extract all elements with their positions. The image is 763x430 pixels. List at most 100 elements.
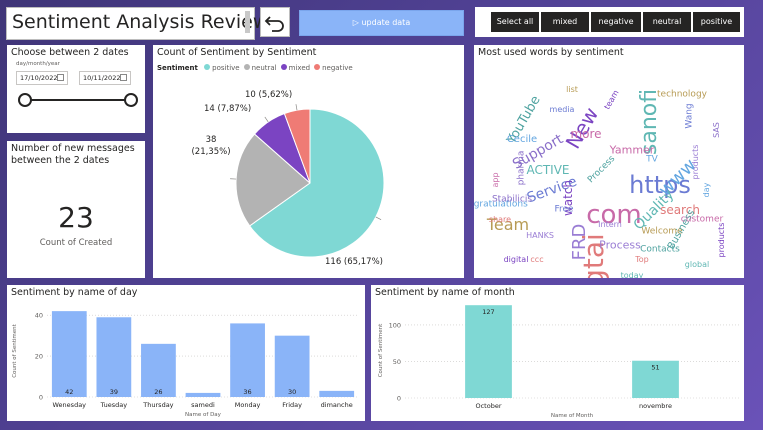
wordcloud-word[interactable]: HANKS (526, 232, 554, 240)
x-tick-label: Thursday (142, 401, 173, 409)
x-tick-label: samedi (191, 401, 215, 409)
bar-value-label: 30 (288, 388, 296, 396)
wordcloud-word[interactable]: digital (504, 256, 529, 264)
bar-Monday[interactable] (230, 323, 265, 397)
month-bar-chart-panel: Sentiment by name of month 0 50 100 127 Octo… (371, 285, 744, 421)
pie-leader-line (264, 116, 269, 123)
wordcloud-word[interactable]: Cecile (507, 135, 537, 145)
wordcloud-word[interactable]: technology (657, 90, 707, 100)
y-tick-label: 0 (39, 394, 43, 402)
kpi-label: Count of Created (39, 238, 113, 248)
wordcloud-word[interactable]: Top (635, 256, 649, 264)
undo-arrow-icon (264, 16, 284, 32)
bar-value-label: 36 (243, 388, 251, 396)
wordcloud-word[interactable]: app (491, 172, 500, 187)
end-date-value: 10/11/2022 (83, 74, 121, 82)
wordcloud-word[interactable]: FRD (569, 224, 590, 261)
bar-samedi[interactable] (185, 392, 221, 397)
wordcloud-word[interactable]: pharma (517, 151, 527, 186)
pie-leader-line (375, 216, 382, 221)
date-range-slicer: Choose between 2 dates day/month/year 17… (7, 45, 145, 133)
pie-data-label: 116 (65,17%) (325, 257, 383, 267)
bar-value-label: 39 (110, 388, 118, 396)
wordcloud-word[interactable]: Welcome (641, 227, 682, 237)
wordcloud-word[interactable]: today (621, 272, 644, 279)
update-data-button[interactable]: ▷ update data (299, 10, 464, 36)
x-tick-label: Tuesday (100, 401, 128, 409)
pie-data-label: 38 (206, 135, 217, 145)
wordcloud-word[interactable]: Contacts (640, 245, 680, 255)
x-tick-label: dimanche (321, 401, 353, 409)
slicer-positive-button[interactable]: positive (693, 12, 740, 32)
bar-Tuesday[interactable] (96, 317, 132, 397)
y-axis-title: Count of Sentiment (12, 323, 18, 377)
day-bar-chart-panel: Sentiment by name of day 0 20 40 42 Wenesday… (7, 285, 365, 421)
slicer-mixed-button[interactable]: mixed (541, 12, 589, 32)
wordcloud-word[interactable]: SAS (712, 122, 721, 138)
sentiment-slicer: Select all mixed negative neutral positi… (475, 7, 744, 37)
wordcloud-word[interactable]: day (702, 183, 711, 198)
bar-Wenesday[interactable] (51, 311, 87, 397)
wordcloud: https com sanofi New gtai www FRD YouTube Team Su… (474, 45, 744, 279)
date-slicer-title: Choose between 2 dates (11, 47, 129, 58)
wordcloud-word[interactable]: TV (646, 155, 658, 165)
kpi-card: Number of new messages between the 2 dat… (7, 141, 145, 278)
pie-data-label: 14 (7,87%) (204, 104, 251, 114)
calendar-icon[interactable] (57, 74, 64, 81)
bar-October[interactable] (465, 305, 512, 398)
wordcloud-word[interactable]: products (691, 145, 700, 180)
bar-value-label: 26 (154, 388, 162, 396)
wordcloud-word[interactable]: Process (586, 154, 617, 185)
back-button[interactable] (260, 7, 290, 37)
end-date-handle[interactable] (124, 93, 138, 107)
x-tick-label: Wenesday (53, 401, 87, 409)
pie-leader-line (295, 104, 298, 111)
x-tick-label: October (475, 402, 501, 410)
title-scrollbar[interactable] (245, 11, 250, 33)
wordcloud-word[interactable]: media (550, 106, 575, 114)
wordcloud-word[interactable]: list (566, 86, 578, 94)
wordcloud-word[interactable]: Stabilicis (492, 195, 532, 205)
slicer-negative-button[interactable]: negative (591, 12, 641, 32)
wordcloud-panel: https com sanofi New gtai www FRD YouTube Team Su… (474, 45, 744, 278)
y-tick-label: 0 (397, 395, 401, 403)
end-date-input[interactable]: 10/11/2022 (79, 71, 131, 85)
start-date-handle[interactable] (18, 93, 32, 107)
wordcloud-word[interactable]: ACTIVE (526, 164, 569, 176)
wordcloud-word[interactable]: Free (554, 205, 573, 215)
bar-value-label: 51 (651, 364, 659, 372)
y-tick-label: 20 (35, 353, 43, 361)
wordcloud-word[interactable]: global (685, 261, 709, 269)
day-bar-chart: 0 20 40 42 Wenesday 39 Tuesday 26 Thursday samedi… (12, 311, 359, 418)
y-tick-label: 50 (393, 358, 401, 366)
wordcloud-word[interactable]: Wang (685, 103, 695, 128)
bar-value-label: 42 (65, 388, 73, 396)
wordcloud-word[interactable]: more (570, 128, 601, 140)
wordcloud-word[interactable]: Intern (598, 221, 622, 229)
wordcloud-word[interactable]: products (717, 223, 726, 258)
start-date-input[interactable]: 17/10/2022 (16, 71, 68, 85)
pie-chart-panel: Count of Sentiment by Sentiment Sentimen… (153, 45, 464, 278)
kpi-value: 23 (58, 201, 94, 234)
slicer-select-all-button[interactable]: Select all (491, 12, 539, 32)
pie-chart: 116 (65,17%) 38 (21,35%) 14 (7,87%) 10 (5,62… (191, 90, 385, 267)
start-date-value: 17/10/2022 (20, 74, 58, 82)
play-icon: ▷ (352, 18, 359, 27)
y-tick-label: 40 (35, 312, 43, 320)
date-format-label: day/month/year (16, 61, 60, 67)
slicer-neutral-button[interactable]: neutral (643, 12, 691, 32)
x-tick-label: novembre (639, 402, 672, 410)
wordcloud-word[interactable]: share (489, 216, 511, 224)
wordcloud-word[interactable]: ccc (530, 256, 543, 264)
wordcloud-word[interactable]: Process (599, 240, 641, 251)
y-axis-title: Count of Sentiment (378, 323, 384, 377)
pie-data-label: 10 (5,62%) (245, 90, 292, 100)
bar-dimanche[interactable] (319, 390, 355, 397)
month-bar-chart: 0 50 100 127 October 51 novembre Name of Month C… (378, 305, 739, 419)
calendar-icon[interactable] (120, 74, 127, 81)
wordcloud-word[interactable]: team (602, 89, 620, 111)
pie-data-label: (21,35%) (191, 147, 230, 157)
date-range-track[interactable] (25, 99, 137, 101)
kpi-title: Number of new messages between the 2 dat… (11, 143, 135, 166)
update-data-label: update data (361, 18, 411, 27)
